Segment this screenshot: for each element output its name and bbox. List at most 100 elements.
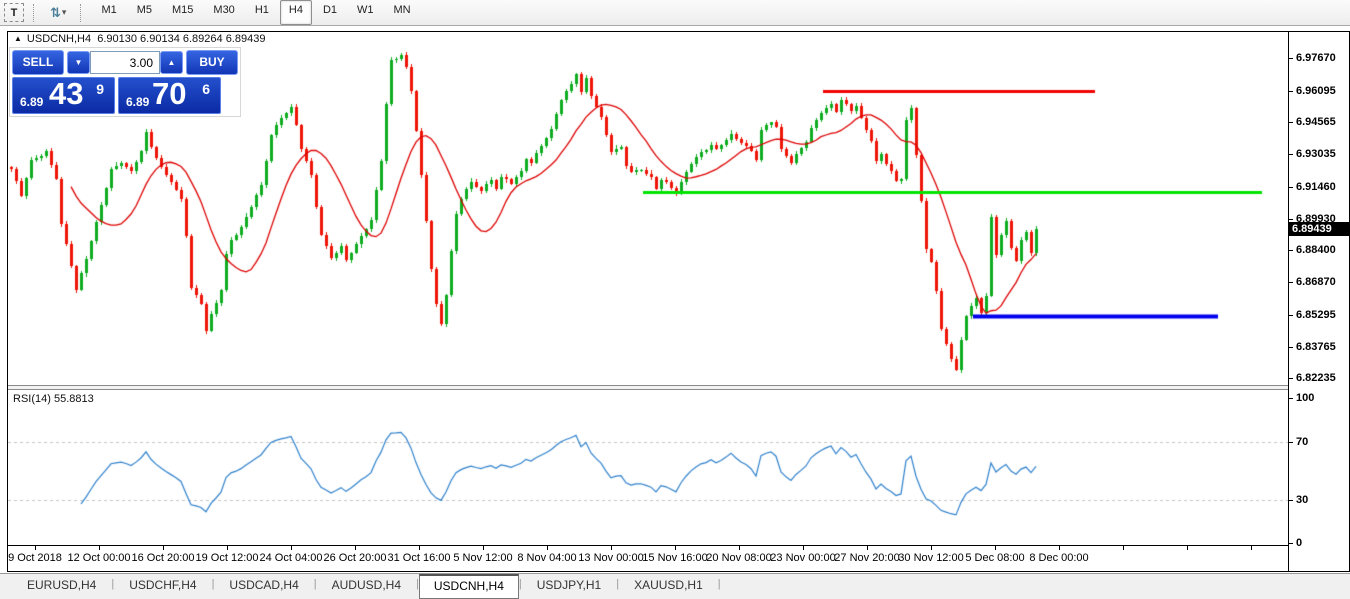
price-axis-tick: [1288, 347, 1293, 348]
time-axis-tick: [163, 546, 164, 550]
volume-increase-button[interactable]: ▲: [160, 51, 183, 74]
sell-price-display[interactable]: 6.89 43 9: [12, 77, 115, 114]
timeframe-button-m15[interactable]: M15: [163, 0, 202, 25]
time-axis-tick: [1187, 546, 1188, 550]
rsi-axis-label: 30: [1296, 494, 1308, 506]
one-click-trade-panel: SELL ▼ ▲ BUY 6.89 43 9 6.89 70 6: [9, 47, 241, 117]
time-axis-tick: [227, 546, 228, 550]
time-axis-label: 27 Nov 20:00: [834, 552, 899, 564]
price-axis-tick: [1288, 315, 1293, 316]
timeframe-button-w1[interactable]: W1: [348, 0, 383, 25]
volume-input[interactable]: [90, 51, 160, 74]
rsi-axis-label: 0: [1296, 537, 1302, 549]
rsi-border-bottom: [7, 545, 1289, 546]
sell-price-base: 6.89: [20, 95, 43, 109]
time-axis-tick: [675, 546, 676, 550]
price-axis-tick: [1288, 187, 1293, 188]
tab-separator: |: [718, 578, 721, 590]
chart-tab-usdcnh[interactable]: USDCNH,H4: [419, 574, 519, 599]
chart-tab-eurusd[interactable]: EURUSD,H4: [12, 574, 111, 598]
time-axis-label: 9 Oct 2018: [8, 552, 62, 564]
time-axis-tick: [547, 546, 548, 550]
price-axis-tick: [1288, 91, 1293, 92]
time-axis-tick: [995, 546, 996, 550]
price-axis-label: 6.96095: [1296, 85, 1336, 97]
timeframe-button-d1[interactable]: D1: [314, 0, 346, 25]
time-axis-label: 12 Oct 00:00: [68, 552, 131, 564]
chart-tab-usdcad[interactable]: USDCAD,H4: [214, 574, 313, 598]
time-axis-label: 26 Oct 20:00: [324, 552, 387, 564]
price-axis-label: 6.83765: [1296, 341, 1336, 353]
chart-tab-usdjpy[interactable]: USDJPY,H1: [522, 574, 616, 598]
price-axis-tick: [1288, 154, 1293, 155]
ohlc-values: 6.90130 6.90134 6.89264 6.89439: [97, 33, 265, 45]
time-axis-label: 16 Oct 20:00: [132, 552, 195, 564]
buy-price-display[interactable]: 6.89 70 6: [118, 77, 221, 114]
chart-tab-xauusd[interactable]: XAUUSD,H1: [619, 574, 718, 598]
timeframe-button-h4[interactable]: H4: [280, 0, 312, 25]
time-axis-label: 5 Dec 08:00: [965, 552, 1024, 564]
time-axis-label: 8 Dec 00:00: [1029, 552, 1088, 564]
time-axis-label: 20 Nov 08:00: [706, 552, 771, 564]
price-axis-tick: [1288, 58, 1293, 59]
top-toolbar: T ⇅ ▾ M1M5M15M30H1H4D1W1MN: [0, 0, 1350, 26]
price-axis-label: 6.97670: [1296, 52, 1336, 64]
timeframe-button-h1[interactable]: H1: [246, 0, 278, 25]
price-axis-label: 6.85295: [1296, 309, 1336, 321]
buy-price-pips: 70: [152, 76, 186, 112]
time-axis-label: 19 Oct 12:00: [196, 552, 259, 564]
price-axis-label: 6.93035: [1296, 148, 1336, 160]
sell-price-pips: 43: [49, 76, 83, 112]
time-axis-label: 31 Oct 16:00: [388, 552, 451, 564]
time-axis-tick: [1251, 546, 1252, 550]
price-axis-label: 6.86870: [1296, 276, 1336, 288]
buy-button[interactable]: BUY: [186, 50, 238, 75]
rsi-chart-canvas[interactable]: [8, 390, 1288, 545]
chart-title-ohlc: ▲ USDCNH,H4 6.90130 6.90134 6.89264 6.894…: [14, 33, 265, 45]
price-axis-label: 6.82235: [1296, 372, 1336, 384]
time-axis-label: 30 Nov 12:00: [898, 552, 963, 564]
chevron-down-icon: ▾: [62, 7, 67, 18]
time-axis-tick: [419, 546, 420, 550]
time-axis-label: 13 Nov 00:00: [578, 552, 643, 564]
collapse-arrow-icon[interactable]: ▲: [14, 34, 22, 43]
buy-price-base: 6.89: [126, 95, 149, 109]
price-axis-divider: [1288, 31, 1289, 572]
rsi-axis-tick: [1288, 442, 1293, 443]
price-axis-label: 6.88400: [1296, 244, 1336, 256]
price-axis-tick: [1288, 250, 1293, 251]
double-arrow-icon: ⇅: [50, 5, 61, 21]
time-axis-tick: [35, 546, 36, 550]
price-axis-tick: [1288, 122, 1293, 123]
timeframe-button-m30[interactable]: M30: [204, 0, 243, 25]
volume-decrease-button[interactable]: ▼: [67, 51, 90, 74]
toolbar-separator: [33, 4, 39, 22]
time-axis-border: [7, 571, 1350, 572]
time-axis-tick: [803, 546, 804, 550]
time-axis-tick: [483, 546, 484, 550]
rsi-indicator-label: RSI(14) 55.8813: [13, 393, 94, 405]
time-axis-tick: [867, 546, 868, 550]
symbol-period-label: USDCNH,H4: [27, 33, 91, 45]
price-axis-tick: [1288, 282, 1293, 283]
chart-tab-usdchf[interactable]: USDCHF,H4: [114, 574, 211, 598]
time-axis-label: 8 Nov 04:00: [517, 552, 576, 564]
current-price-tag: 6.89439: [1289, 222, 1350, 236]
timeframe-button-m5[interactable]: M5: [128, 0, 161, 25]
time-axis-tick: [355, 546, 356, 550]
text-tool-button[interactable]: T: [4, 3, 24, 22]
time-axis-label: 15 Nov 16:00: [642, 552, 707, 564]
time-axis-label: 24 Oct 04:00: [260, 552, 323, 564]
sell-button[interactable]: SELL: [12, 50, 64, 75]
time-axis-tick: [291, 546, 292, 550]
time-axis-tick: [611, 546, 612, 550]
chart-tab-audusd[interactable]: AUDUSD,H4: [317, 574, 416, 598]
sell-price-point: 9: [96, 81, 104, 97]
time-axis-tick: [1123, 546, 1124, 550]
time-axis-tick: [99, 546, 100, 550]
timeframe-button-mn[interactable]: MN: [385, 0, 420, 25]
toolbar-separator: [80, 4, 86, 22]
cursor-tool-button[interactable]: ⇅ ▾: [45, 3, 71, 22]
time-axis-label: 5 Nov 12:00: [453, 552, 512, 564]
timeframe-button-m1[interactable]: M1: [92, 0, 125, 25]
